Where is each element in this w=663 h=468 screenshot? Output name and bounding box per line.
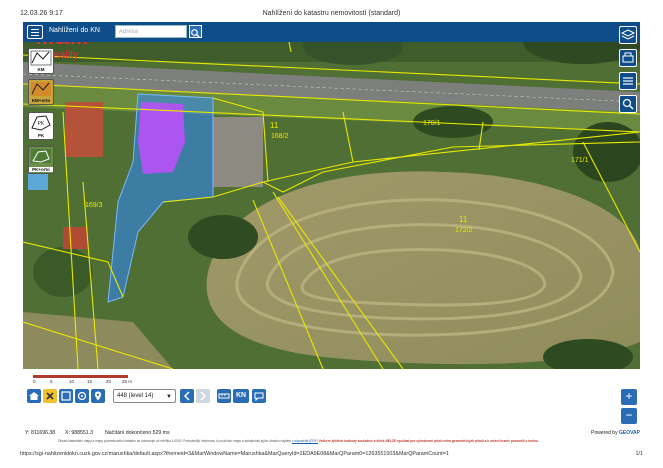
map-search-button[interactable]	[619, 95, 637, 113]
parcel-label-168-2: 168/2	[271, 133, 289, 140]
previous-view-button[interactable]	[180, 389, 194, 403]
coord-x: X: 988551.3	[65, 430, 93, 436]
cadastral-map-icon	[30, 50, 52, 66]
map-pin-icon	[94, 391, 102, 401]
app-frame: 170/1 171/1 172/2 169/3 168/2 11 11 M&M …	[23, 22, 640, 442]
land-register-orthophoto-icon	[31, 149, 51, 163]
map-canvas[interactable]: 170/1 171/1 172/2 169/3 168/2 11 11 M&M …	[23, 22, 640, 369]
page-url: https://sgi-nahlizenidokn.cuzk.gov.cz/ma…	[20, 451, 449, 457]
layers-icon	[620, 29, 636, 40]
disclaimer-text: Obsah katastrální mapy a mapy pozemkovéh…	[58, 439, 291, 443]
app-topbar: Nahlížení do KN	[23, 22, 640, 42]
speech-bubble-icon	[254, 392, 264, 402]
parcel-label-11b: 11	[459, 215, 468, 224]
svg-text:PK: PK	[38, 121, 45, 127]
powered-brand: GEOVAP	[618, 430, 640, 436]
search-icon	[191, 29, 200, 38]
km-orto-label: KM+orto	[31, 98, 51, 103]
close-icon	[46, 392, 54, 400]
map-type-km-orto-button[interactable]: KM+orto	[28, 79, 54, 105]
pin-location-button[interactable]	[91, 389, 105, 403]
chevron-down-icon: ▼	[166, 394, 172, 400]
parcel-label-172-2: 172/2	[455, 227, 473, 234]
crosshair-icon	[77, 391, 87, 401]
print-title: Nahlížení do katastru nemovitostí (stand…	[262, 10, 401, 17]
load-status: Načítání dokončeno 529 ms	[105, 430, 170, 436]
page-number: 1/1	[635, 451, 644, 457]
scale-tick: 5	[50, 379, 53, 384]
clear-selection-button[interactable]	[43, 389, 57, 403]
app-title: Nahlížení do KN	[49, 27, 100, 34]
bottom-panel: 0 5 10 15 20 25 m 448 (level 14) ▼ KN + …	[23, 369, 640, 442]
home-button[interactable]	[27, 389, 41, 403]
scale-tick: 15	[87, 379, 93, 384]
land-register-map-icon: PK	[31, 115, 51, 131]
full-extent-button[interactable]	[59, 389, 73, 403]
comment-button[interactable]	[252, 389, 266, 403]
next-view-button[interactable]	[196, 389, 210, 403]
locate-button[interactable]	[75, 389, 89, 403]
pk-label: PK	[37, 133, 45, 138]
legend-list-button[interactable]	[619, 72, 637, 90]
orthophoto-icon	[31, 82, 51, 96]
zoom-level-select[interactable]: 448 (level 14) ▼	[113, 389, 176, 403]
scale-tick: 0	[33, 379, 36, 384]
km-label: KM	[37, 67, 45, 72]
scale-tick: 20	[106, 379, 112, 384]
extent-icon	[61, 391, 71, 401]
parcel-label-11a: 11	[270, 121, 279, 130]
kn-label: KN	[235, 392, 247, 399]
search-icon	[622, 98, 634, 110]
disclaimer-warning: Veškeré zjištěné hodnoty souřadnic a dél…	[318, 439, 539, 443]
search-button[interactable]	[189, 25, 202, 38]
powered-by: Powered by GEOVAP	[591, 430, 640, 436]
chevron-left-icon	[183, 391, 190, 401]
scale-tick: 10	[69, 379, 75, 384]
parcel-label-169-3: 169/3	[85, 202, 103, 209]
zoom-out-button[interactable]: −	[621, 408, 637, 424]
map-type-km-button[interactable]: KM	[28, 48, 54, 74]
print-icon	[622, 52, 634, 63]
address-search-input[interactable]	[115, 25, 187, 38]
powered-prefix: Powered by	[591, 430, 618, 436]
parcel-label-171-1: 171/1	[571, 157, 589, 164]
print-button[interactable]	[619, 49, 637, 67]
scale-tick: 25 m	[122, 379, 133, 384]
print-header: 12.03.26 9:17 Nahlížení do katastru nemo…	[20, 10, 643, 22]
zoom-in-button[interactable]: +	[621, 389, 637, 405]
list-icon	[623, 77, 633, 85]
hamburger-menu-button[interactable]	[27, 25, 43, 39]
map-type-pk-button[interactable]: PK PK	[28, 112, 54, 140]
chevron-right-icon	[200, 391, 207, 401]
coord-y: Y: 811696.38	[25, 430, 56, 436]
pk-orto-label: PK+orto	[29, 167, 53, 172]
map-disclaimer: Obsah katastrální mapy a mapy pozemkovéh…	[58, 439, 539, 443]
zoom-level-value: 448 (level 14)	[117, 393, 154, 399]
ruler-icon	[218, 393, 230, 399]
layers-button[interactable]	[619, 26, 637, 44]
map-type-pk-orto-button[interactable]: PK+orto	[28, 146, 54, 174]
help-link[interactable]: v nápovědě (PDF)	[292, 439, 318, 443]
home-icon	[29, 392, 39, 400]
measure-button[interactable]	[217, 389, 231, 403]
kn-button[interactable]: KN	[233, 389, 249, 403]
scale-bar	[33, 375, 128, 378]
orthophoto-map[interactable]: 170/1 171/1 172/2 169/3 168/2 11 11	[23, 22, 640, 369]
parcel-label-170-1: 170/1	[423, 120, 441, 127]
status-bar: Y: 811696.38 X: 988551.3 Načítání dokonč…	[23, 430, 640, 439]
